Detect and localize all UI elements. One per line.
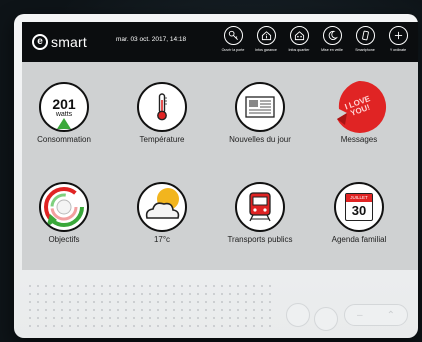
meter-indicator-icon	[57, 118, 71, 129]
tile-label: Objectifs	[48, 235, 80, 244]
logo-text: smart	[51, 34, 87, 50]
tile-label: Nouvelles du jour	[229, 135, 291, 144]
tile-temperature[interactable]: Température	[122, 82, 202, 144]
action-label: Y ordinate	[389, 48, 407, 52]
quick-actions: Ouvrir la porte Infos garance Infos quar…	[218, 26, 413, 52]
infos-quartier-button[interactable]: Infos quartier	[284, 26, 314, 52]
plus-icon	[388, 26, 408, 45]
hardware-button-right[interactable]	[314, 307, 338, 331]
calendar-day: 30	[351, 203, 367, 218]
tile-label: 17°c	[153, 235, 171, 244]
hardware-button-left[interactable]	[286, 303, 310, 327]
calendar-month: JUILLET	[346, 194, 372, 202]
calendar-icon: JUILLET 30	[334, 182, 384, 232]
weather-icon	[137, 182, 187, 232]
tile-objectifs[interactable]: Objectifs	[24, 182, 104, 244]
date-time: mar. 03 oct. 2017, 14:18	[116, 36, 187, 43]
action-label: Ouvrir la porte	[221, 48, 245, 52]
calendar-page: JUILLET 30	[345, 193, 373, 221]
smartphone-button[interactable]: Smartphone	[350, 26, 380, 52]
door-key-icon	[223, 26, 243, 45]
tile-label: Consommation	[37, 135, 91, 144]
tile-transports[interactable]: Transports publics	[220, 182, 300, 244]
esmart-logo[interactable]: e smart	[32, 32, 87, 52]
tile-label: Transports publics	[227, 235, 293, 244]
newspaper-icon	[235, 82, 285, 132]
scene-background: e smart mar. 03 oct. 2017, 14:18 Ouvrir …	[0, 0, 422, 342]
chevron-up-icon: ⌃	[386, 309, 395, 321]
action-label: Mise en veille	[321, 48, 343, 52]
sleep-mode-button[interactable]: Mise en veille	[317, 26, 347, 52]
infos-garance-button[interactable]: Infos garance	[251, 26, 281, 52]
house-info-icon	[256, 26, 276, 45]
building-icon	[289, 26, 309, 45]
tile-label: Agenda familial	[331, 235, 387, 244]
top-bar: e smart mar. 03 oct. 2017, 14:18 Ouvrir …	[22, 22, 418, 62]
train-icon	[235, 182, 285, 232]
tablet-screen: e smart mar. 03 oct. 2017, 14:18 Ouvrir …	[22, 22, 418, 270]
tile-label: Messages	[340, 135, 378, 144]
thermometer-icon	[137, 82, 187, 132]
sticker-icon: I LOVE YOU!	[334, 80, 387, 133]
tile-label: Température	[139, 135, 185, 144]
logo-mark: e	[32, 34, 48, 50]
smartphone-icon	[355, 26, 375, 45]
moon-icon	[322, 26, 342, 45]
add-button[interactable]: Y ordinate	[383, 26, 413, 52]
tile-messages[interactable]: I LOVE YOU! Messages	[319, 80, 399, 144]
tile-consommation[interactable]: 201 watts Consommation	[24, 82, 104, 144]
tile-weather[interactable]: 17°c	[122, 182, 202, 244]
action-label: Infos quartier	[288, 48, 310, 52]
open-door-button[interactable]: Ouvrir la porte	[218, 26, 248, 52]
tile-agenda[interactable]: JUILLET 30 Agenda familial	[319, 182, 399, 244]
meter-icon: 201 watts	[39, 82, 89, 132]
action-label: Smartphone	[355, 48, 375, 52]
action-label: Infos garance	[255, 48, 277, 52]
speaker-grille	[26, 282, 276, 332]
gauge-icon	[39, 182, 89, 232]
tile-nouvelles[interactable]: Nouvelles du jour	[220, 82, 300, 144]
minus-icon: –	[357, 309, 363, 321]
hardware-volume-rocker[interactable]: – ⌃	[344, 304, 408, 326]
